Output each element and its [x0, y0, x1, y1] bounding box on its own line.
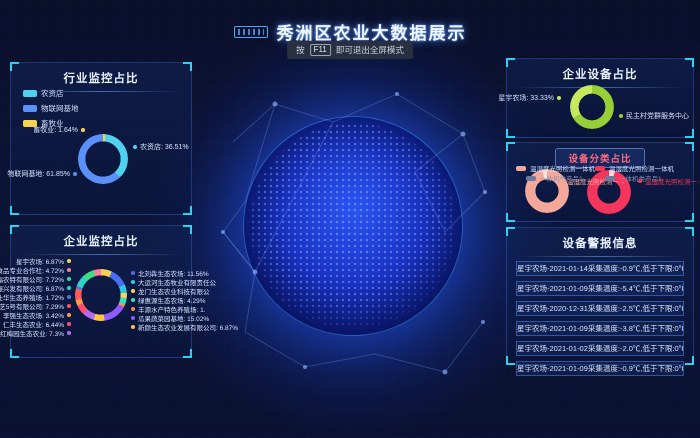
label-dot — [67, 268, 71, 272]
alarm-row: 星宇农场-2021-01-09采集温度:-5.4℃,低于下限:0℃ — [516, 281, 684, 296]
industry-monitor-panel: 行业监控占比 农资店 物联网基地 畜牧业 畜牧业: 1.64% 农资店: 36.… — [10, 62, 192, 215]
label-dot — [131, 271, 135, 275]
label-dot — [131, 307, 135, 311]
label-dot — [638, 179, 642, 183]
label-dot — [131, 316, 135, 320]
legend-item[interactable]: 温湿度光照检测一体机 — [595, 163, 674, 173]
chart-label: 民主村党群服务中心 — [619, 111, 689, 121]
label-dot — [67, 304, 71, 308]
panel-title: 设备警报信息 — [507, 228, 693, 251]
brand-badge — [234, 26, 268, 38]
title-divider — [517, 256, 683, 257]
chart-label: 星宇农场: 33.33% — [498, 93, 561, 103]
equipment-ratio-panel: 企业设备占比 星宇农场: 33.33% 民主村党群服务中心 — [506, 58, 694, 138]
label-dot — [81, 128, 85, 132]
tip-suffix: 即可退出全屏模式 — [336, 44, 404, 56]
device-alarm-panel: 设备警报信息 星宇农场-2021-01-14采集温度:-0.9℃,低于下限:0℃… — [506, 227, 694, 365]
alarm-list: 星宇农场-2021-01-14采集温度:-0.9℃,低于下限:0℃ 星宇农场-2… — [507, 261, 693, 376]
chart-label: 物联网基地: 61.85% — [7, 169, 77, 179]
chart-label: 红梅园生态农业: 7.3% — [0, 328, 71, 338]
label-dot — [67, 295, 71, 299]
label-dot — [131, 298, 135, 302]
enterprise-monitor-panel: 企业监控占比 星宇农场: 6.87% 新篁园食品专业合作社: 4.72% 家福农… — [10, 225, 192, 358]
legend-swatch — [526, 176, 536, 181]
alarm-row: 星宇农场-2021-01-02采集温度:-2.0℃,低于下限:0℃ — [516, 341, 684, 356]
chart-label: 畜牧业: 1.64% — [33, 125, 85, 135]
dashboard-screen: 秀洲区农业大数据展示 按 F11 即可退出全屏模式 行业监控占比 农资店 物联网… — [0, 0, 700, 438]
legend-swatch — [605, 176, 615, 181]
legend-swatch — [516, 166, 526, 171]
label-dot — [67, 331, 71, 335]
globe-graphic — [243, 116, 463, 336]
industry-donut-chart[interactable] — [78, 134, 128, 184]
alarm-row: 星宇农场-2020-12-31采集温度:-2.5℃,低于下限:0℃ — [516, 301, 684, 316]
panel-title: 行业监控占比 — [11, 63, 191, 86]
panel-title: 企业设备占比 — [507, 59, 693, 82]
f11-key-hint: F11 — [310, 44, 331, 56]
chart-label: 农资店: 36.51% — [133, 142, 189, 152]
label-dot — [73, 172, 77, 176]
title-divider — [21, 254, 181, 255]
fullscreen-tip: 按 F11 即可退出全屏模式 — [287, 41, 413, 59]
enterprise-donut-chart[interactable] — [75, 269, 127, 321]
label-dot — [131, 289, 135, 293]
globe-dot-map — [250, 123, 456, 329]
label-dot — [131, 325, 135, 329]
chart-label: 新颜生态农业发展有限公司: 6.87% — [131, 322, 238, 332]
legend-swatch — [595, 166, 605, 171]
label-dot — [560, 179, 564, 183]
label-dot — [67, 322, 71, 326]
label-dot — [67, 277, 71, 281]
label-dot — [67, 259, 71, 263]
legend-swatch — [23, 90, 37, 97]
panel-title: 企业监控占比 — [11, 226, 191, 249]
label-dot — [557, 96, 561, 100]
equipment-donut-chart[interactable] — [570, 85, 614, 129]
label-dot — [619, 114, 623, 118]
legend-item[interactable]: 物联网基地 — [23, 103, 79, 114]
tip-prefix: 按 — [296, 44, 305, 56]
legend-item[interactable]: 农资店 — [23, 88, 79, 99]
label-dot — [67, 313, 71, 317]
legend-item[interactable]: 温湿度光照检测一体机 — [516, 163, 595, 173]
device-classification-panel: 设备分类占比 温湿度光照检测一体机 一体机类产品1 温湿度光照检测一→ 温湿度光… — [506, 142, 694, 222]
chart-label: 温湿度光照检测一→ — [638, 176, 700, 186]
legend-swatch — [23, 105, 37, 112]
alarm-row: 星宇农场-2021-01-09采集温度:-0.9℃,低于下限:0℃ — [516, 361, 684, 376]
label-dot — [131, 280, 135, 284]
label-dot — [67, 286, 71, 290]
alarm-row: 星宇农场-2021-01-09采集温度:-3.8℃,低于下限:0℃ — [516, 321, 684, 336]
label-dot — [133, 145, 137, 149]
alarm-row: 星宇农场-2021-01-14采集温度:-0.9℃,低于下限:0℃ — [516, 261, 684, 276]
